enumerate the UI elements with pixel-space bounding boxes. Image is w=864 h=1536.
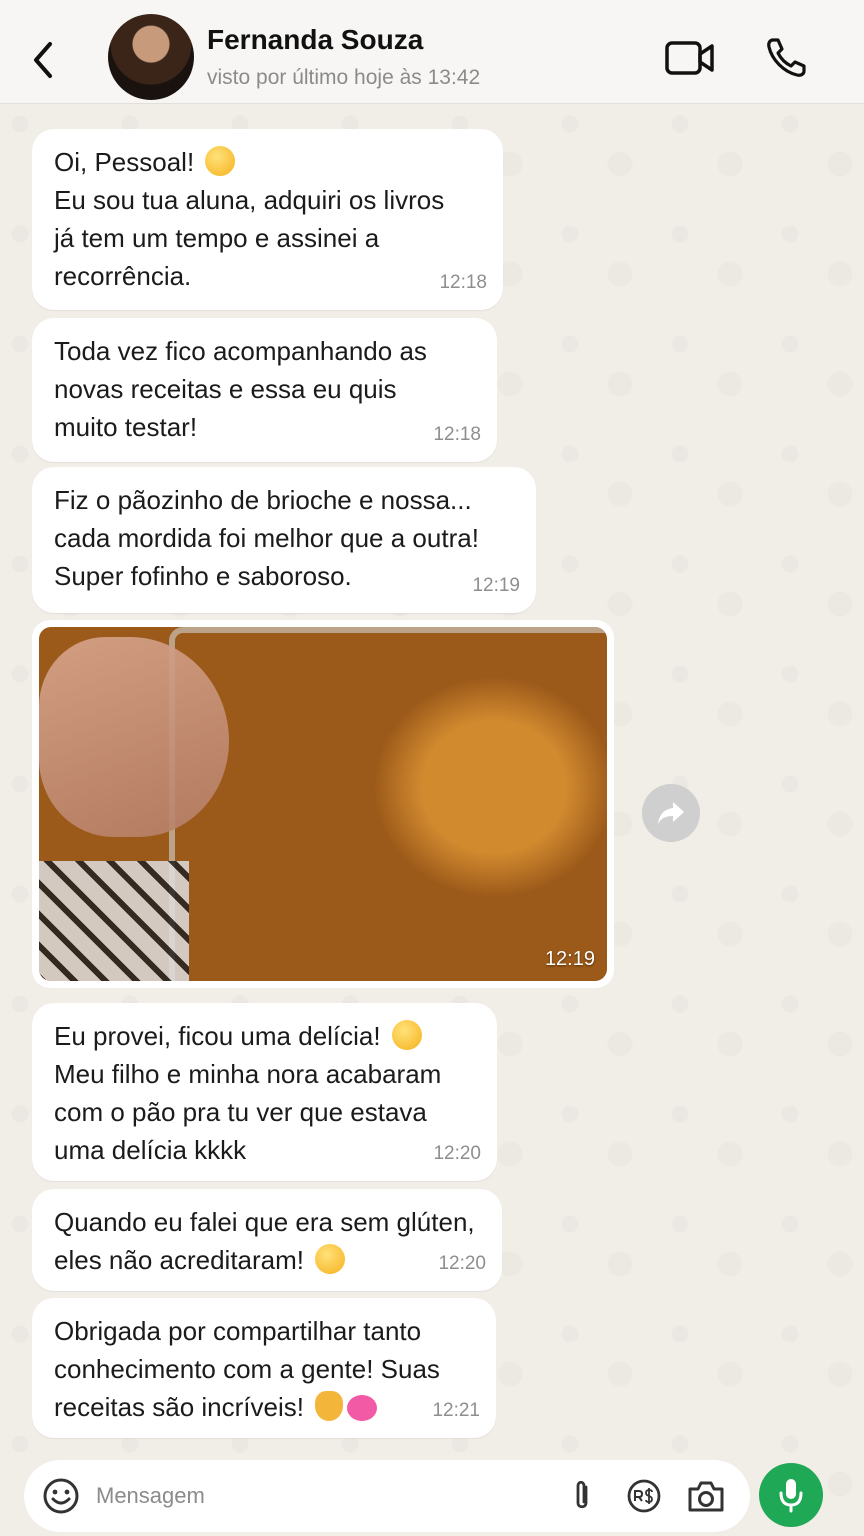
message-time: 12:20 [438,1253,486,1274]
message-time: 12:21 [432,1400,480,1421]
avatar[interactable] [108,14,194,100]
message-time: 12:19 [472,575,520,596]
message-text: Eu provei, ficou uma delícia! Meu filho … [54,1017,475,1169]
emoji-button[interactable] [42,1477,80,1515]
message-text: Fiz o pãozinho de brioche e nossa... cad… [54,485,479,591]
message-time: 12:18 [439,272,487,293]
attach-button[interactable] [564,1478,600,1514]
paperclip-icon [576,1480,588,1509]
yum-face-icon [391,1020,422,1050]
message-input-bar [24,1460,750,1532]
message-time: 12:20 [433,1143,481,1164]
phone-icon [767,38,806,77]
microphone-icon [779,1479,803,1513]
pan-rim [169,627,607,981]
message-text: Obrigada por compartilhar tanto conhecim… [54,1312,474,1426]
message-bubble[interactable]: Oi, Pessoal! Eu sou tua aluna, adquiri o… [32,129,503,310]
message-text: Quando eu falei que era sem glúten, eles… [54,1203,480,1279]
checkered-cloth [39,861,189,981]
message-time: 12:18 [433,424,481,445]
message-time: 12:19 [544,948,595,970]
pix-payment-icon [627,1479,661,1513]
laughing-face-icon [315,1244,346,1274]
message-text-line: Obrigada por compartilhar tanto conhecim… [54,1316,440,1422]
message-input[interactable] [96,1474,556,1518]
camera-icon [688,1481,724,1512]
message-text: Oi, Pessoal! Eu sou tua aluna, adquiri o… [54,143,481,295]
message-bubble[interactable]: Toda vez fico acompanhando as novas rece… [32,318,497,462]
voice-call-button[interactable] [764,36,808,80]
payment-button[interactable] [626,1478,662,1514]
back-button[interactable] [28,36,62,84]
message-bubble[interactable]: Eu provei, ficou uma delícia! Meu filho … [32,1003,497,1181]
contact-name[interactable]: Fernanda Souza [207,24,423,56]
smiling-face-icon [205,146,236,176]
forward-icon [658,802,684,824]
forward-button[interactable] [642,784,700,842]
contact-status: visto por último hoje às 13:42 [207,66,481,89]
video-camera-icon [665,41,714,75]
message-bubble[interactable]: Obrigada por compartilhar tanto conhecim… [32,1298,496,1438]
message-text-line: Eu provei, ficou uma delícia! [54,1021,388,1051]
camera-button[interactable] [686,1478,726,1514]
message-bubble[interactable]: Quando eu falei que era sem glúten, eles… [32,1189,502,1291]
message-text-body: Eu sou tua aluna, adquiri os livros já t… [54,185,445,291]
message-text-line: Quando eu falei que era sem glúten, eles… [54,1207,475,1275]
message-bubble[interactable]: Fiz o pãozinho de brioche e nossa... cad… [32,467,536,613]
message-text-body: Meu filho e minha nora acabaram com o pã… [54,1059,442,1165]
chevron-left-icon [34,42,52,78]
two-hearts-icon [347,1395,378,1421]
emoji-icon [43,1478,79,1514]
image-message[interactable]: 12:19 [32,620,614,988]
microphone-button[interactable] [759,1463,823,1527]
message-text: Toda vez fico acompanhando as novas rece… [54,336,427,442]
clapping-hands-icon [315,1391,344,1421]
video-call-button[interactable] [664,36,716,80]
message-text-line: Oi, Pessoal! [54,147,202,177]
chat-header: Fernanda Souza visto por último hoje às … [0,0,864,104]
brioche-bread-photo[interactable]: 12:19 [39,627,607,981]
